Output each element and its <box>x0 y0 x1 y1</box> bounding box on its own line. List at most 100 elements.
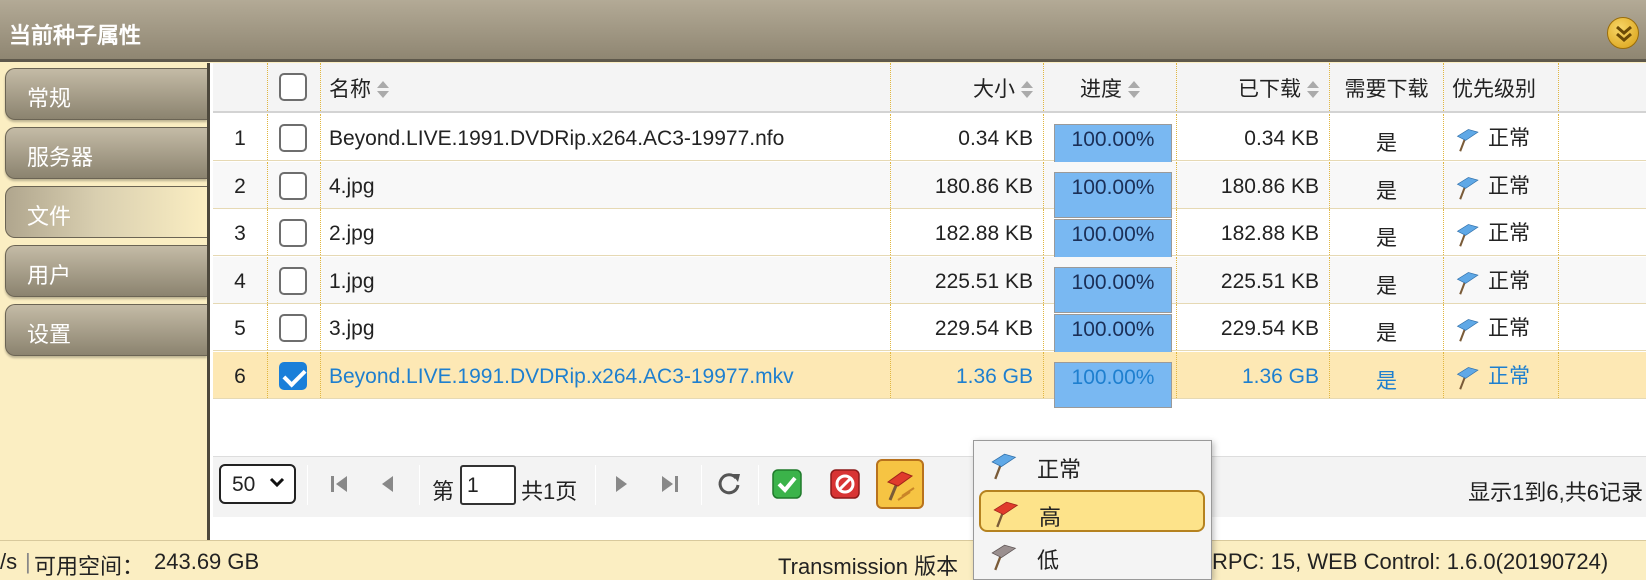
flag-blue-icon <box>1456 319 1479 343</box>
page-size-select[interactable]: 50 <box>219 464 296 504</box>
priority-cell[interactable]: 正常 <box>1444 351 1559 398</box>
header-name[interactable]: 名称 <box>321 63 891 111</box>
row-number: 6 <box>213 351 268 398</box>
priority-value: 正常 <box>1488 127 1530 150</box>
header-size[interactable]: 大小 <box>891 63 1044 111</box>
progress-bar: 100.00% <box>1054 361 1172 408</box>
priority-value: 正常 <box>1488 364 1530 388</box>
row-checkbox[interactable] <box>279 171 307 200</box>
row-checkbox-cell <box>268 209 321 255</box>
tab-label: 常规 <box>27 86 72 111</box>
header-name-label: 名称 <box>329 78 371 101</box>
free-space-value: 243.69 GB <box>154 549 260 574</box>
priority-cell[interactable]: 正常 <box>1444 161 1559 208</box>
wanted-value[interactable]: 是 <box>1330 304 1444 350</box>
status-bar: /s | 可用空间： 243.69 GB Transmission 版本 RPC… <box>0 540 1646 580</box>
priority-cell[interactable]: 正常 <box>1444 209 1559 255</box>
table-row[interactable]: 3 2.jpg 182.88 KB 100.00% 182.88 KB 是正常 <box>213 209 1646 265</box>
divider <box>701 465 702 505</box>
priority-value: 正常 <box>1488 222 1530 245</box>
priority-option-low[interactable]: 低 <box>979 535 1205 577</box>
header-downloaded-label: 已下载 <box>1238 78 1301 101</box>
files-table: 名称 大小 进度 已下载 需要下载 优先级别 1 Beyond.LIVE.1991… <box>213 63 1646 408</box>
table-row[interactable]: 1 Beyond.LIVE.1991.DVDRip.x264.AC3-19977.… <box>213 114 1646 170</box>
wanted-value[interactable]: 是 <box>1330 256 1444 303</box>
row-checkbox[interactable] <box>279 314 307 342</box>
priority-option-normal[interactable]: 正常 <box>979 444 1205 486</box>
tab-label: 用户 <box>27 263 72 288</box>
page-total: 共1页 <box>521 479 578 504</box>
priority-cell[interactable]: 正常 <box>1444 114 1559 160</box>
row-number: 5 <box>213 304 268 350</box>
row-checkbox-cell <box>268 114 321 160</box>
tab-settings[interactable]: 设置 <box>5 304 207 356</box>
progress-cell: 100.00% <box>1044 161 1177 218</box>
priority-menu: 正常 高 低 <box>973 440 1212 580</box>
priority-value: 正常 <box>1488 174 1530 198</box>
uncheck-wanted-icon[interactable] <box>829 468 861 500</box>
header-progress[interactable]: 进度 <box>1044 63 1177 111</box>
table-row[interactable]: 6 Beyond.LIVE.1991.DVDRip.x264.AC3-19977.… <box>213 351 1646 408</box>
flag-blue-icon <box>1456 224 1479 248</box>
previous-page-icon[interactable] <box>371 468 403 500</box>
table-row[interactable]: 2 4.jpg 180.86 KB 100.00% 180.86 KB 是正常 <box>213 161 1646 218</box>
wanted-value[interactable]: 是 <box>1330 114 1444 160</box>
row-checkbox[interactable] <box>279 361 307 390</box>
downloaded-size: 225.51 KB <box>1177 256 1330 303</box>
select-all-checkbox[interactable] <box>279 73 307 101</box>
table-row[interactable]: 5 3.jpg 229.54 KB 100.00% 229.54 KB 是正常 <box>213 304 1646 360</box>
rpc-info: RPC: 15, WEB Control: 1.6.0(20190724) <box>1212 549 1609 574</box>
wanted-value[interactable]: 是 <box>1330 209 1444 255</box>
priority-value: 正常 <box>1488 269 1530 293</box>
collapse-button[interactable] <box>1607 17 1639 49</box>
header-wanted[interactable]: 需要下载 <box>1330 63 1444 111</box>
row-number: 2 <box>213 161 268 208</box>
download-speed-tail: /s <box>0 549 18 574</box>
window-title: 当前种子属性 <box>9 23 142 48</box>
priority-cell[interactable]: 正常 <box>1444 256 1559 303</box>
tab-general[interactable]: 常规 <box>5 68 207 120</box>
priority-cell[interactable]: 正常 <box>1444 304 1559 350</box>
file-name: 2.jpg <box>321 209 891 255</box>
file-name: 4.jpg <box>321 161 891 208</box>
row-number: 4 <box>213 256 268 303</box>
set-priority-button[interactable] <box>876 459 924 509</box>
check-wanted-icon[interactable] <box>771 468 803 500</box>
file-name: Beyond.LIVE.1991.DVDRip.x264.AC3-19977.m… <box>321 351 891 398</box>
downloaded-size: 0.34 KB <box>1177 114 1330 160</box>
sort-icon <box>1021 81 1033 99</box>
priority-option-high[interactable]: 高 <box>979 490 1205 532</box>
header-priority[interactable]: 优先级别 <box>1444 63 1559 111</box>
progress-cell: 100.00% <box>1044 304 1177 360</box>
header-downloaded[interactable]: 已下载 <box>1177 63 1330 111</box>
table-row[interactable]: 4 1.jpg 225.51 KB 100.00% 225.51 KB 是正常 <box>213 256 1646 313</box>
tab-label: 服务器 <box>27 145 94 170</box>
wanted-value[interactable]: 是 <box>1330 161 1444 208</box>
first-page-icon[interactable] <box>323 468 355 500</box>
row-checkbox[interactable] <box>279 219 307 247</box>
tab-servers[interactable]: 服务器 <box>5 127 207 179</box>
sort-icon <box>377 81 389 99</box>
next-page-icon[interactable] <box>606 468 638 500</box>
row-checkbox[interactable] <box>279 124 307 152</box>
header-size-label: 大小 <box>973 78 1015 101</box>
downloaded-size: 1.36 GB <box>1177 351 1330 398</box>
refresh-icon[interactable] <box>713 468 745 500</box>
page-number-input[interactable]: 1 <box>460 465 516 505</box>
tab-files[interactable]: 文件 <box>5 186 207 238</box>
tab-label: 设置 <box>27 322 72 347</box>
header-progress-label: 进度 <box>1080 78 1122 101</box>
progress-cell: 100.00% <box>1044 351 1177 408</box>
flag-gray-icon <box>991 544 1017 571</box>
row-checkbox[interactable] <box>279 266 307 295</box>
last-page-icon[interactable] <box>654 468 686 500</box>
tab-users[interactable]: 用户 <box>5 245 207 297</box>
priority-option-label: 高 <box>1039 505 1062 530</box>
flag-blue-icon <box>1456 177 1479 200</box>
page-prefix: 第 <box>432 479 455 504</box>
wanted-value[interactable]: 是 <box>1330 351 1444 398</box>
row-number: 3 <box>213 209 268 255</box>
tab-label: 文件 <box>27 204 72 229</box>
header-num <box>213 63 268 111</box>
pager-toolbar: 50 第 1 共1页 显示1到6,共6记录 <box>213 456 1646 517</box>
